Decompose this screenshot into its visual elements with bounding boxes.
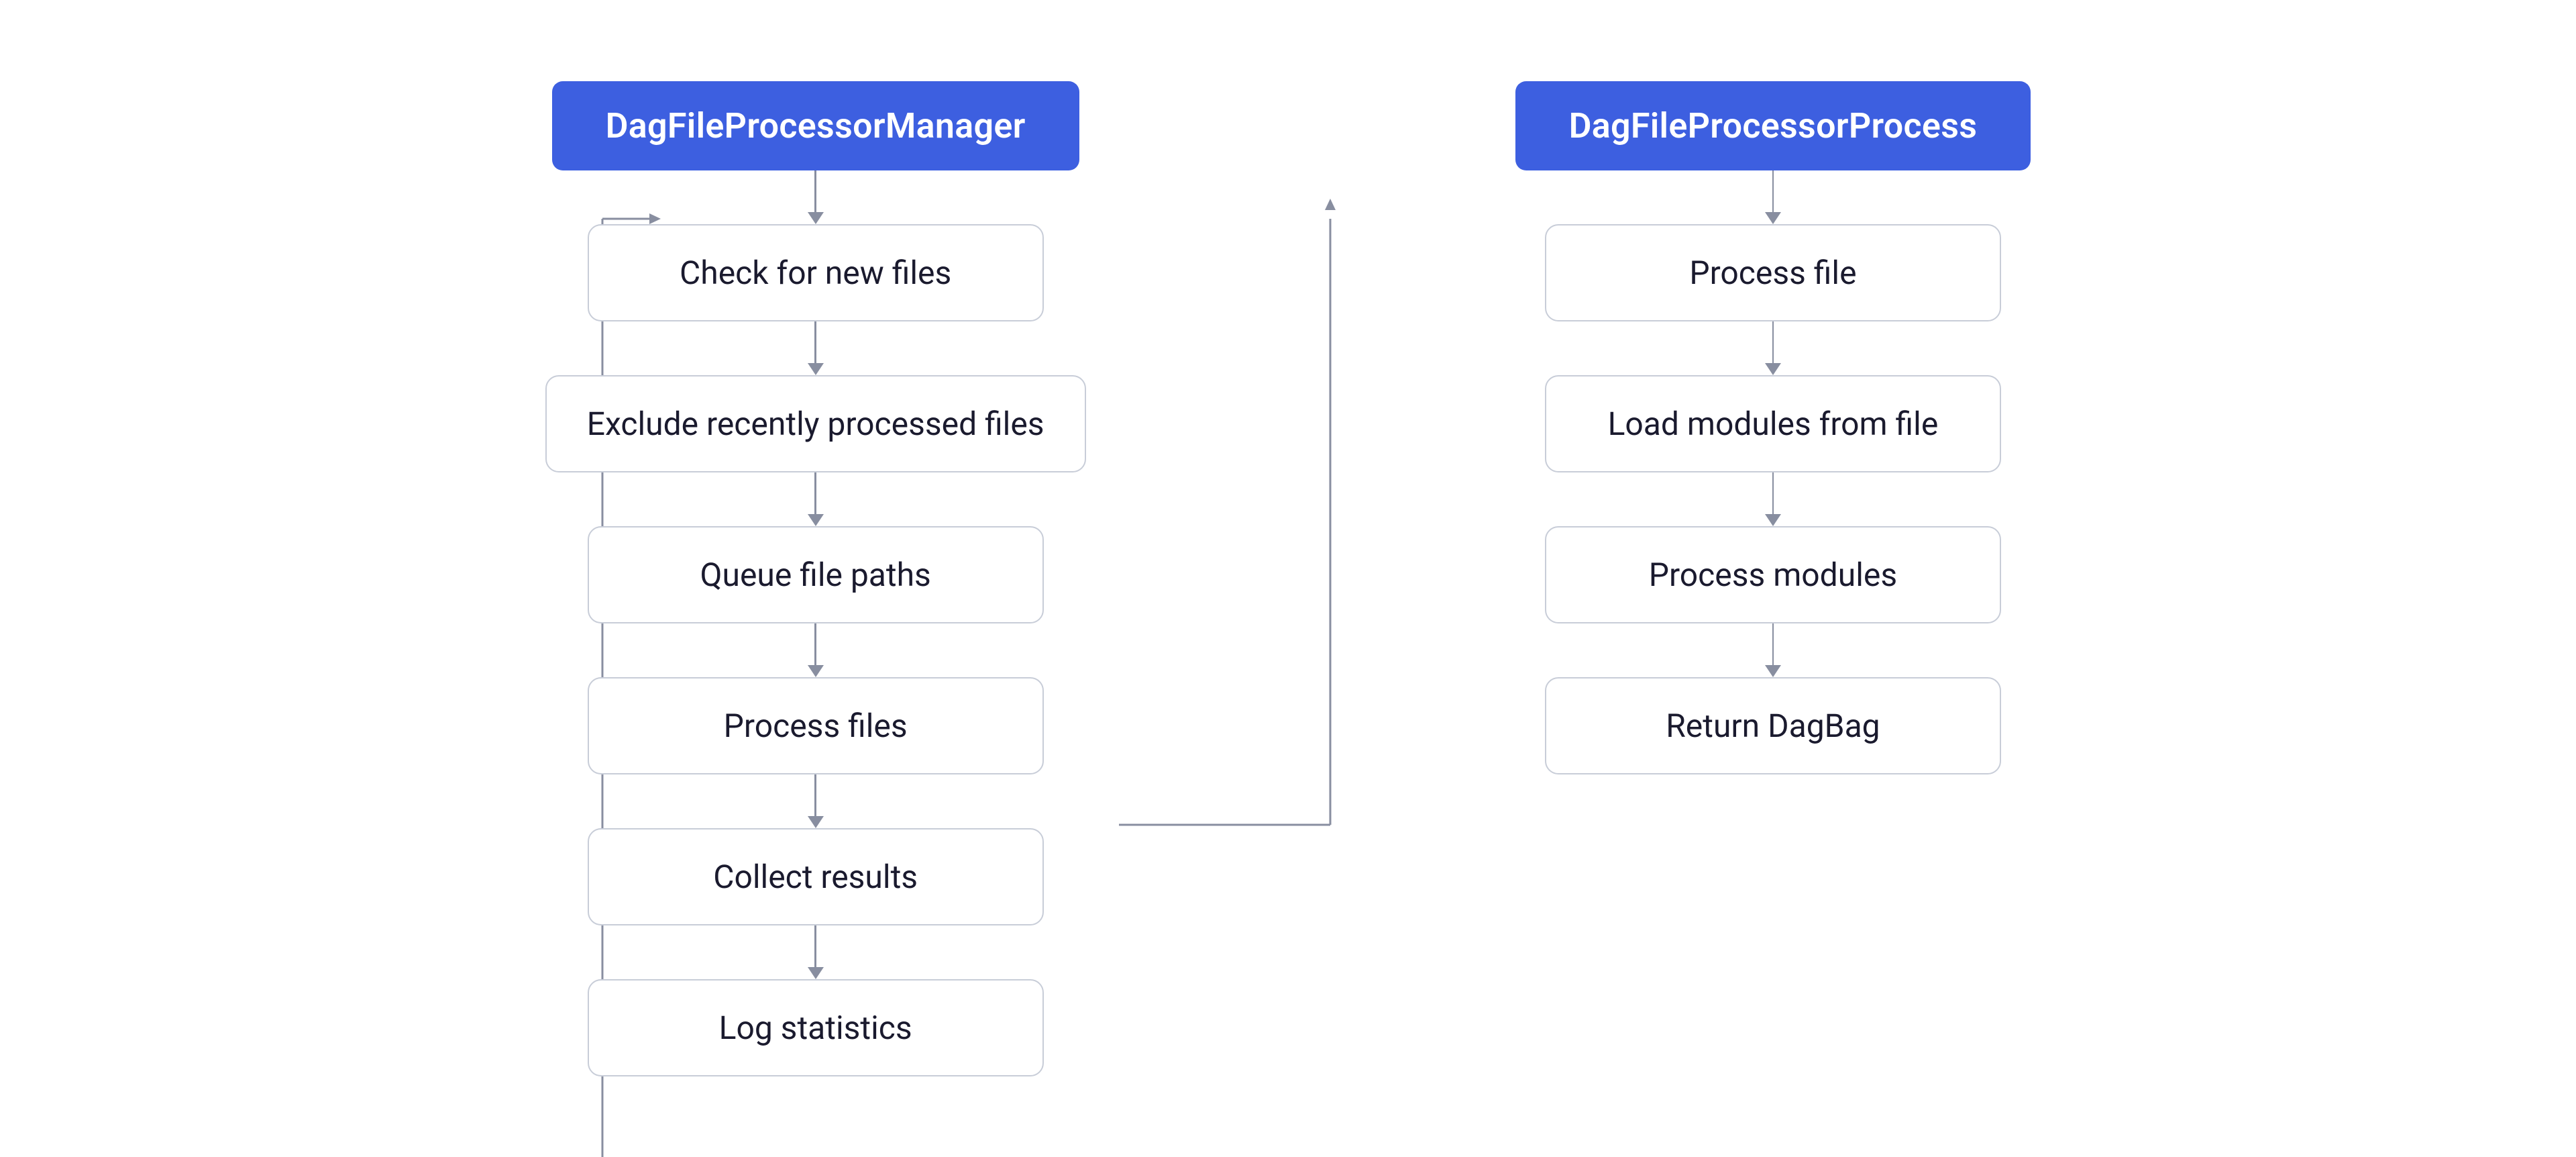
right-header-text: DagFileProcessorProcess	[1569, 105, 1978, 146]
right-header: DagFileProcessorProcess	[1515, 81, 2031, 170]
arrow-2	[808, 321, 824, 375]
step-return-dagbag: Return DagBag	[1545, 677, 2001, 774]
step-check-files: Check for new files	[588, 224, 1044, 321]
left-header-text: DagFileProcessorManager	[606, 105, 1026, 146]
step-collect-results: Collect results	[588, 828, 1044, 925]
arrow-1	[808, 170, 824, 224]
step-process-files: Process files	[588, 677, 1044, 774]
step-queue-paths: Queue file paths	[588, 526, 1044, 623]
arrow-4	[808, 623, 824, 677]
left-header: DagFileProcessorManager	[552, 81, 1079, 170]
step-process-modules: Process modules	[1545, 526, 2001, 623]
step-load-modules: Load modules from file	[1545, 375, 2001, 472]
step-log-statistics: Log statistics	[588, 979, 1044, 1076]
step-process-file: Process file	[1545, 224, 2001, 321]
right-arrow-3	[1765, 472, 1781, 526]
step-exclude-files: Exclude recently processed files	[545, 375, 1086, 472]
right-arrow-1	[1765, 170, 1781, 224]
right-arrow-2	[1765, 321, 1781, 375]
arrow-5	[808, 774, 824, 828]
arrow-6	[808, 925, 824, 979]
right-arrow-4	[1765, 623, 1781, 677]
left-column: DagFileProcessorManager Check for new fi…	[545, 81, 1086, 1076]
right-column: DagFileProcessorProcess Process file Loa…	[1515, 81, 2031, 1076]
arrow-3	[808, 472, 824, 526]
